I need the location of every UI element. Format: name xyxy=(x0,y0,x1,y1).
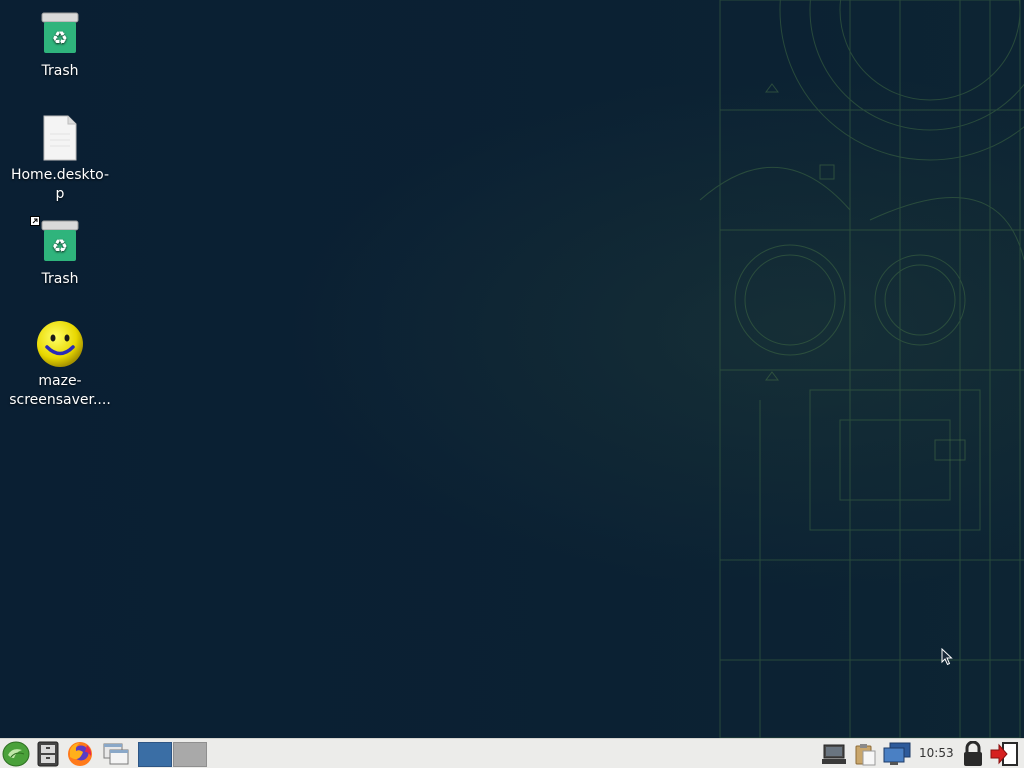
svg-text:♻: ♻ xyxy=(52,28,68,49)
logout-button[interactable] xyxy=(990,741,1020,767)
start-menu-icon xyxy=(2,741,30,767)
logout-icon xyxy=(990,742,1018,766)
wallpaper-blueprint xyxy=(699,0,1024,738)
firefox-icon xyxy=(68,742,92,766)
file-manager-icon xyxy=(37,741,59,767)
network-button[interactable] xyxy=(819,741,849,767)
mouse-pointer-icon xyxy=(941,648,953,666)
lock-button[interactable] xyxy=(958,741,988,767)
network-icon xyxy=(822,744,846,764)
file-manager-button[interactable] xyxy=(33,741,63,767)
desktop-icon-maze-screensaver[interactable]: maze- screensaver.... xyxy=(5,320,115,410)
taskbar: 10:53 xyxy=(0,738,1024,768)
svg-text:♻: ♻ xyxy=(52,236,68,257)
clipboard-icon xyxy=(855,744,876,766)
lock-icon xyxy=(964,741,982,766)
desktop-icon-home-desktop[interactable]: Home.deskto- p xyxy=(5,114,115,204)
desktop[interactable]: ♻ Trash Home.deskto- p ♻ Trash maze- scr… xyxy=(0,0,1024,738)
link-arrow-icon xyxy=(30,216,40,226)
desktop-icon-trash[interactable]: ♻ Trash xyxy=(5,10,115,81)
clock[interactable]: 10:53 xyxy=(919,746,954,760)
desktop-icon-label: Trash xyxy=(41,271,79,287)
desktop-icon-label: Home.deskto- p xyxy=(10,167,110,202)
desktop-icon-trash-link[interactable]: ♻ Trash xyxy=(5,216,115,289)
display-button[interactable] xyxy=(882,741,912,767)
firefox-button[interactable] xyxy=(65,741,95,767)
workspace-2[interactable] xyxy=(173,742,207,767)
show-desktop-icon xyxy=(103,743,129,765)
smiley-icon xyxy=(36,320,84,368)
clipboard-button[interactable] xyxy=(850,741,880,767)
workspace-1[interactable] xyxy=(138,742,172,767)
display-icon xyxy=(883,742,911,765)
desktop-icon-label: Trash xyxy=(41,63,79,79)
show-desktop-button[interactable] xyxy=(101,741,131,767)
desktop-icon-label: maze- screensaver.... xyxy=(9,373,111,408)
start-menu-button[interactable] xyxy=(1,741,31,767)
trash-icon: ♻ xyxy=(30,216,84,266)
document-icon xyxy=(36,114,84,162)
trash-icon: ♻ xyxy=(36,10,84,58)
